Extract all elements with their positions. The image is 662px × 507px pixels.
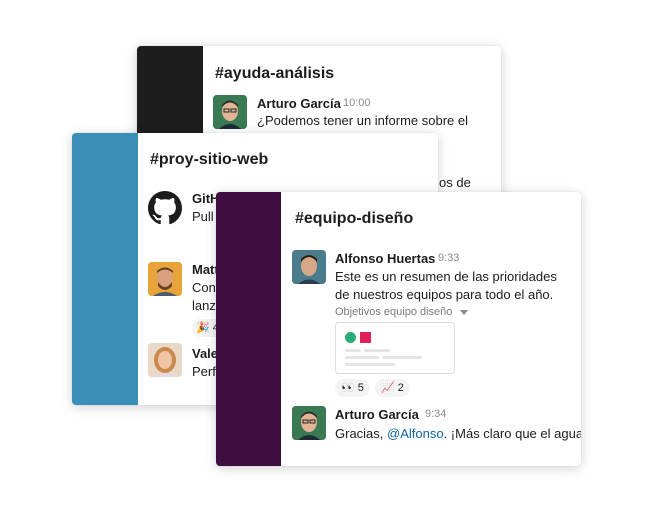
placeholder-line [345, 349, 361, 352]
message-author[interactable]: Matt [192, 262, 219, 277]
file-preview[interactable] [335, 322, 455, 374]
message-timestamp[interactable]: 9:34 [425, 408, 446, 420]
file-title: Objetivos equipo diseño [335, 306, 453, 318]
message-text: Este es un resumen de las prioridades [335, 269, 557, 284]
message-timestamp[interactable]: 10:00 [343, 97, 371, 109]
user-mention[interactable]: @Alfonso [387, 426, 444, 441]
message-text: ¿Podemos tener un informe sobre el [257, 113, 468, 128]
reaction-count: 2 [397, 382, 404, 394]
reaction-pill[interactable]: 👀 5 [335, 379, 370, 397]
message-text: Pull [192, 209, 214, 224]
message-text-part: . ¡Más claro que el agua! [443, 426, 581, 441]
party-popper-icon: 🎉 [196, 322, 210, 334]
channel-title: #proy-sitio-web [150, 151, 269, 168]
file-title-row[interactable]: Objetivos equipo diseño [335, 306, 469, 318]
message-author[interactable]: Alfonso Huertas [335, 251, 435, 266]
avatar [292, 250, 326, 284]
chart-increasing-icon: 📈 [381, 382, 395, 394]
github-icon [148, 191, 182, 225]
green-dot-icon [345, 332, 356, 343]
message-text: lanz [192, 298, 216, 313]
avatar [148, 262, 182, 296]
channel-title: #ayuda-análisis [215, 65, 335, 82]
reaction-pill[interactable]: 📈 2 [375, 379, 410, 397]
message-text: Perf [192, 364, 216, 379]
message-text: Gracias, @Alfonso. ¡Más claro que el agu… [335, 425, 581, 443]
placeholder-line [364, 349, 390, 352]
channel-window-equipo-diseno: #equipo-diseño Alfonso Huertas 9:33 Este… [216, 192, 581, 466]
pink-square-icon [360, 332, 371, 343]
placeholder-line [345, 356, 379, 359]
message-text: Con [192, 280, 216, 295]
reaction-count: 5 [357, 382, 364, 394]
caret-down-icon[interactable] [460, 309, 469, 315]
eyes-icon: 👀 [341, 382, 355, 394]
placeholder-line [382, 356, 422, 359]
message-timestamp[interactable]: 9:33 [438, 252, 459, 264]
placeholder-line [345, 363, 395, 366]
message-author[interactable]: Vale [192, 346, 218, 361]
workspace-sidebar [216, 192, 281, 466]
channel-title: #equipo-diseño [295, 210, 414, 227]
message-text-part: Gracias, [335, 426, 388, 441]
message-author[interactable]: Arturo García [335, 407, 419, 422]
workspace-sidebar [72, 133, 138, 405]
avatar [148, 343, 182, 377]
channel-pane: #equipo-diseño Alfonso Huertas 9:33 Este… [281, 192, 581, 466]
avatar [213, 95, 247, 129]
avatar [292, 406, 326, 440]
message-text-fragment: os de [439, 175, 471, 190]
message-author[interactable]: Arturo García [257, 96, 341, 111]
message-text: de nuestros equipos para todo el año. [335, 287, 554, 302]
